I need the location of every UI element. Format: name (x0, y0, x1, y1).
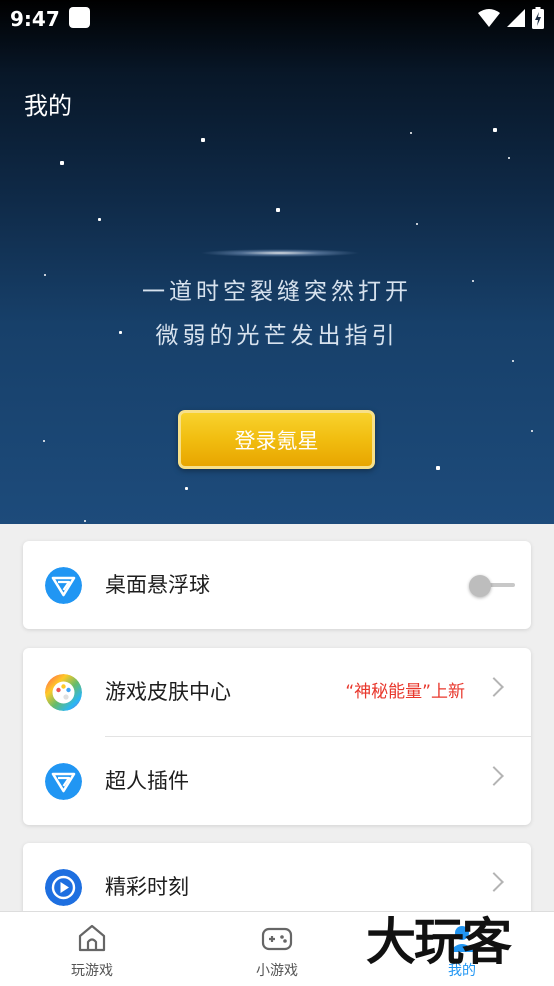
palette-icon (45, 674, 82, 711)
shield-icon (45, 763, 82, 800)
star (512, 360, 514, 362)
tagline-line-1: 一道时空裂缝突然打开 (142, 279, 412, 305)
star (60, 161, 64, 165)
nav-mini-games-label: 小游戏 (256, 963, 298, 979)
floating-ball-label: 桌面悬浮球 (105, 573, 210, 597)
skin-center-label: 游戏皮肤中心 (105, 680, 231, 704)
notification-icon (69, 7, 90, 28)
promo-badge: “神秘能量”上新 (345, 682, 465, 702)
chevron-right-icon (484, 677, 504, 697)
gamepad-icon (261, 927, 293, 951)
nav-play-games-label: 玩游戏 (71, 963, 113, 979)
chevron-right-icon (484, 872, 504, 892)
play-icon (45, 869, 82, 906)
page-title: 我的 (24, 92, 72, 120)
skin-center-row[interactable]: 游戏皮肤中心 “神秘能量”上新 (23, 648, 531, 737)
login-button[interactable]: 登录氪星 (178, 410, 375, 469)
skins-plugins-card: 游戏皮肤中心 “神秘能量”上新 超人插件 (23, 648, 531, 825)
status-time: 9:47 (10, 7, 60, 31)
star (98, 218, 101, 221)
star (493, 128, 497, 132)
star (201, 138, 205, 142)
star (185, 487, 188, 490)
signal-icon (507, 9, 525, 27)
star (84, 520, 86, 522)
tagline-line-2: 微弱的光芒发出指引 (155, 323, 399, 349)
star (436, 466, 440, 470)
home-icon (78, 924, 106, 952)
superman-plugin-row[interactable]: 超人插件 (23, 737, 531, 825)
chevron-right-icon (484, 766, 504, 786)
star (531, 430, 533, 432)
superman-plugin-label: 超人插件 (105, 769, 189, 793)
floating-ball-toggle[interactable] (469, 575, 491, 597)
star (410, 132, 412, 134)
status-bar: 9:47 (0, 0, 554, 38)
watermark-logo: 大玩客 (366, 912, 512, 971)
shield-icon (45, 567, 82, 604)
nav-mini-games[interactable]: 小游戏 (185, 912, 369, 986)
floating-ball-card: 桌面悬浮球 (23, 541, 531, 629)
light-glow (200, 249, 360, 257)
star (43, 440, 45, 442)
battery-icon (532, 7, 544, 29)
nav-play-games[interactable]: 玩游戏 (0, 912, 184, 986)
star (276, 208, 280, 212)
wifi-icon (478, 9, 500, 27)
profile-header: 9:47 我的 一道时空裂缝突然打开 微弱的光芒发出指引 登录氪星 (0, 0, 554, 524)
star (508, 157, 510, 159)
floating-ball-row[interactable]: 桌面悬浮球 (23, 541, 531, 629)
star (416, 223, 418, 225)
status-icons (478, 7, 544, 29)
